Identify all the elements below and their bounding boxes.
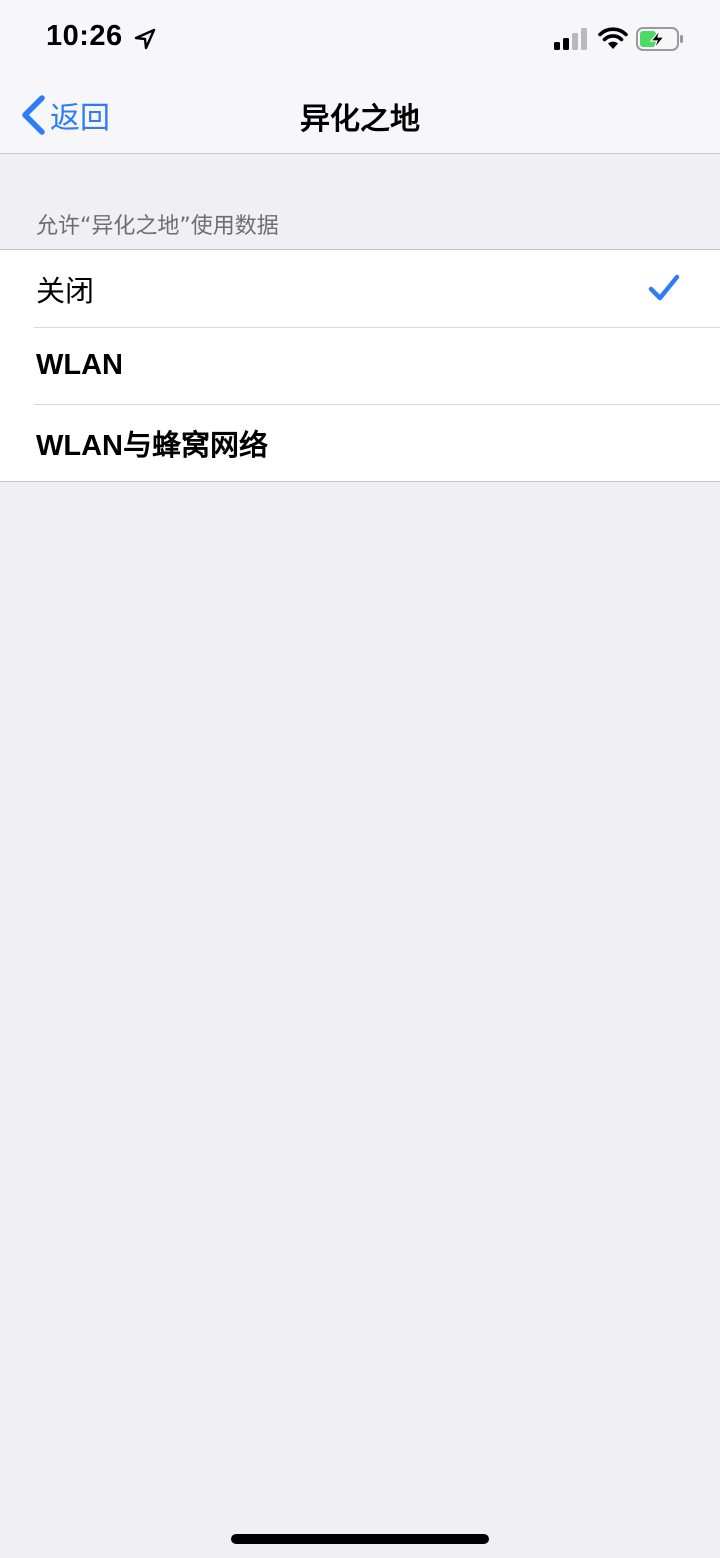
status-time: 10:26 [46, 20, 123, 52]
option-off[interactable]: 关闭 [0, 250, 720, 327]
wifi-icon [598, 27, 628, 49]
section-header: 允许“异化之地”使用数据 [36, 214, 279, 239]
option-wlan-and-cellular[interactable]: WLAN与蜂窝网络 [0, 404, 720, 481]
screen: 10:26 返回 异化之地 允许“异化之地”使用数据 关闭 WLAN WLAN与… [0, 0, 720, 1558]
option-label: 关闭 [36, 273, 95, 308]
checkmark-icon [648, 274, 680, 301]
location-arrow-icon [134, 28, 156, 50]
cellular-signal-icon [554, 28, 587, 50]
top-bar: 10:26 返回 异化之地 [0, 0, 720, 154]
data-usage-options: 关闭 WLAN WLAN与蜂窝网络 [0, 249, 720, 482]
option-label: WLAN与蜂窝网络 [36, 429, 268, 462]
page-title: 异化之地 [300, 102, 420, 137]
option-label: WLAN [36, 349, 123, 381]
battery-charging-icon [636, 27, 683, 51]
option-wlan[interactable]: WLAN [0, 327, 720, 404]
home-indicator[interactable] [231, 1534, 489, 1544]
